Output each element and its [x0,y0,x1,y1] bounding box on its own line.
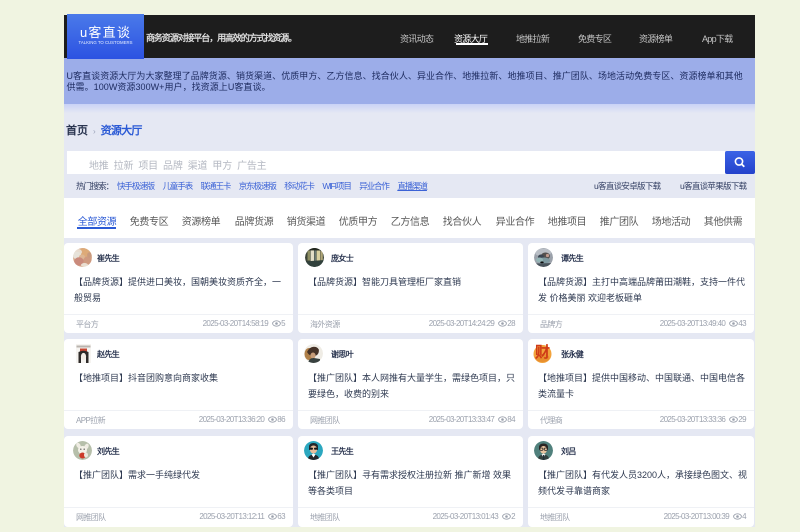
svg-text:财: 财 [535,344,550,361]
